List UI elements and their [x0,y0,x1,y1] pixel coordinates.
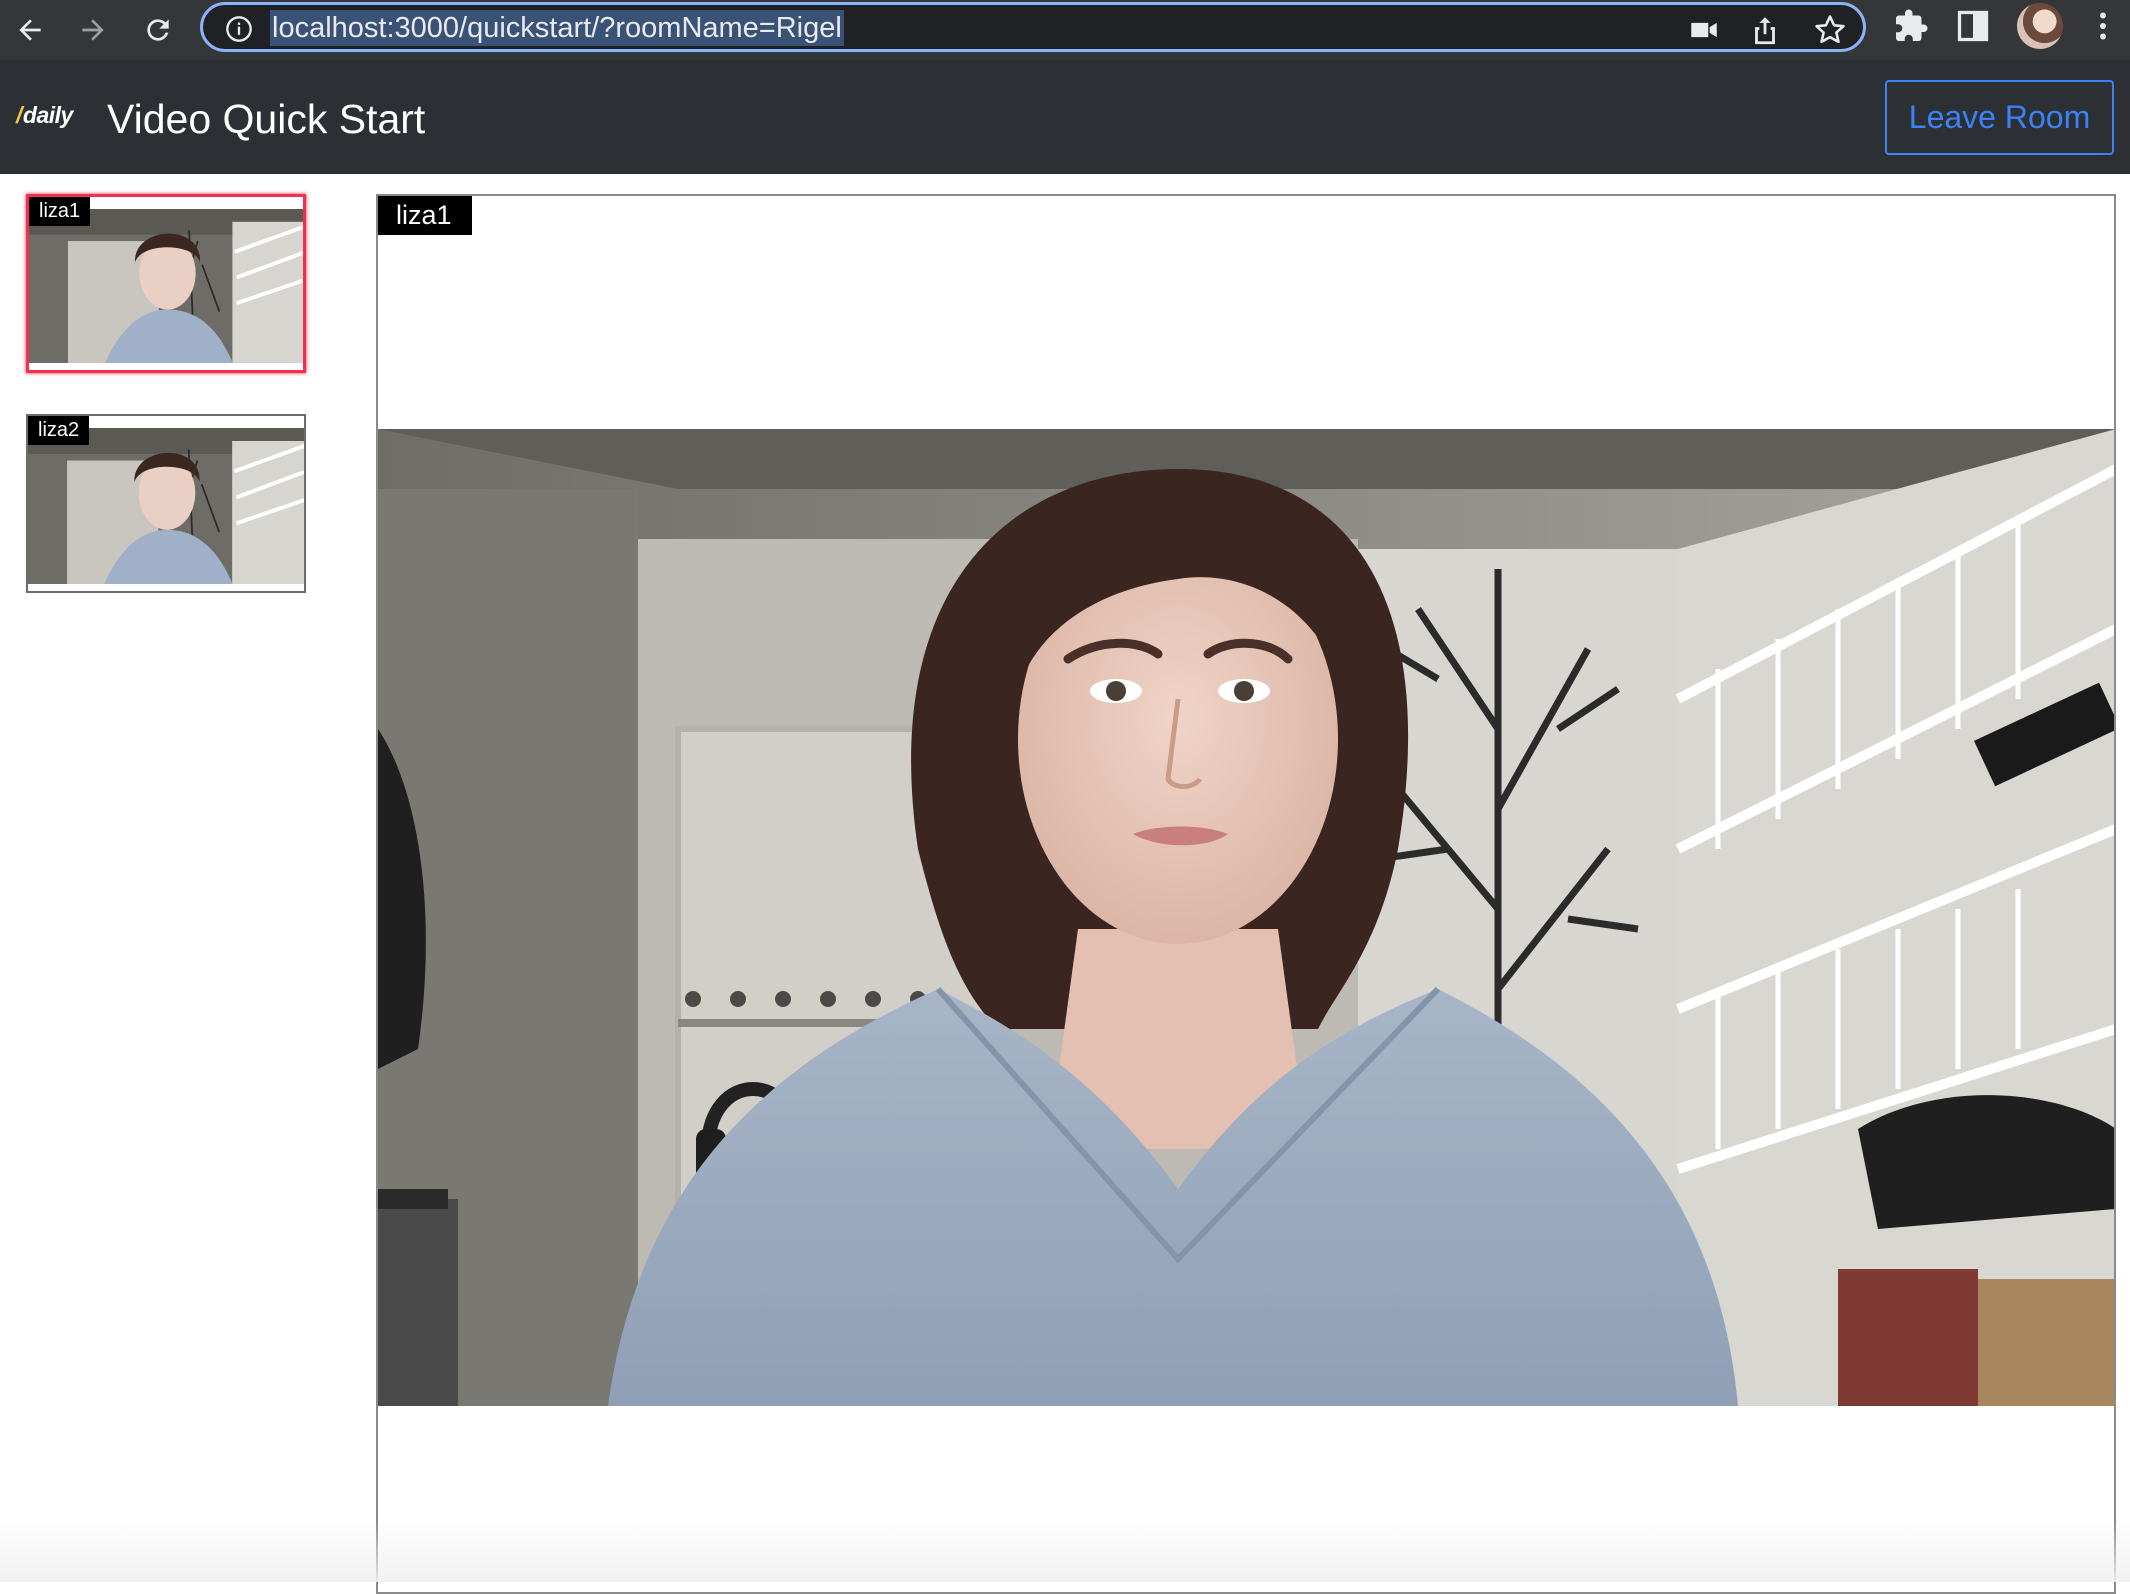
participant-tile-liza1[interactable]: liza1 [26,194,306,373]
side-panel-icon[interactable] [1955,8,1991,44]
share-icon[interactable] [1748,13,1782,47]
participant-name-label: liza1 [29,197,91,226]
star-icon[interactable] [1813,13,1847,47]
extensions-icon[interactable] [1893,8,1929,44]
participant-name-label: liza2 [28,416,90,445]
forward-arrow-icon[interactable] [68,5,118,55]
url-text[interactable]: localhost:3000/quickstart/?roomName=Rige… [270,10,844,46]
address-bar[interactable]: localhost:3000/quickstart/?roomName=Rige… [200,2,1866,52]
leave-room-button[interactable]: Leave Room [1885,80,2114,155]
main-video-tile: liza1 [376,194,2116,1594]
more-menu-icon[interactable] [2085,8,2121,44]
daily-logo: /daily [16,102,73,128]
participant-tile-liza2[interactable]: liza2 [26,414,306,593]
participant-video [28,428,304,584]
participant-video [29,209,303,363]
main-video-name-label: liza1 [378,196,472,235]
info-icon[interactable] [225,15,253,43]
main-video-feed [378,429,2114,1406]
reload-icon[interactable] [133,5,183,55]
camera-icon[interactable] [1687,13,1721,47]
browser-toolbar: localhost:3000/quickstart/?roomName=Rige… [0,0,2130,60]
profile-avatar[interactable] [2017,3,2063,49]
back-arrow-icon[interactable] [5,5,55,55]
page-title: Video Quick Start [107,96,426,142]
app-header: /daily Video Quick Start Leave Room [0,60,2130,174]
